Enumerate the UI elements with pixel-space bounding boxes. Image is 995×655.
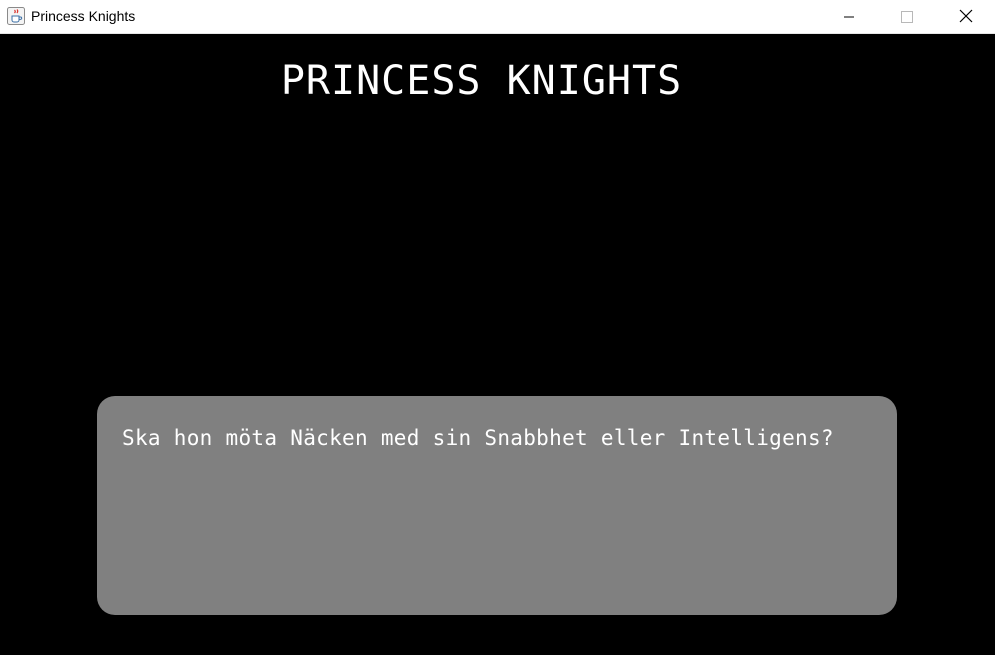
dialog-box: Ska hon möta Näcken med sin Snabbhet ell… <box>97 396 897 615</box>
maximize-icon <box>901 8 913 27</box>
minimize-icon <box>843 8 855 27</box>
close-icon <box>959 8 973 27</box>
application-window: Princess Knights PRINCESS KNIGHTS Ska ho… <box>0 0 995 655</box>
window-title: Princess Knights <box>31 8 136 24</box>
title-bar[interactable]: Princess Knights <box>0 0 995 34</box>
minimize-button[interactable] <box>820 0 878 34</box>
maximize-button[interactable] <box>878 0 936 34</box>
dialog-text: Ska hon möta Näcken med sin Snabbhet ell… <box>122 426 834 450</box>
java-coffee-cup-icon <box>7 7 25 25</box>
game-canvas[interactable]: PRINCESS KNIGHTS Ska hon möta Näcken med… <box>0 35 995 655</box>
game-title: PRINCESS KNIGHTS <box>280 58 683 104</box>
close-button[interactable] <box>937 0 995 34</box>
